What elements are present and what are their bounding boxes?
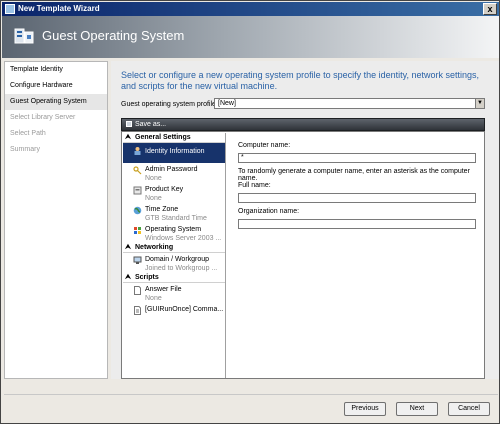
collapse-icon[interactable]: ⮝ [125, 133, 131, 143]
main-content: Select or configure a new operating syst… [111, 61, 499, 379]
page-title: Guest Operating System [42, 28, 185, 43]
collapse-icon[interactable]: ⮝ [125, 243, 131, 253]
globe-icon [133, 206, 142, 215]
profile-select-value: [New] [218, 100, 236, 107]
tree-item-answer-file[interactable]: Answer File None [123, 283, 225, 303]
save-as-button[interactable]: Save as... [126, 121, 166, 128]
wizard-window: New Template Wizard x Guest Operating Sy… [0, 0, 500, 424]
section-general-settings[interactable]: ⮝ General Settings [123, 133, 225, 143]
window-app-icon [5, 4, 15, 14]
identity-detail: Computer name: * To randomly generate a … [228, 133, 484, 378]
step-template-identity[interactable]: Template Identity [5, 62, 107, 78]
step-select-library-server: Select Library Server [10, 114, 76, 121]
organization-name-field[interactable] [238, 219, 476, 229]
network-icon [133, 256, 142, 264]
tree-item-admin-password[interactable]: Admin Password None [123, 163, 225, 183]
profile-toolbar: Save as... [121, 118, 485, 131]
step-select-path: Select Path [10, 130, 46, 137]
key-icon [133, 166, 142, 175]
organization-name-label: Organization name: [238, 208, 300, 215]
computer-name-hint: To randomly generate a computer name, en… [238, 168, 470, 182]
intro-text: Select or configure a new operating syst… [121, 70, 480, 91]
tree-item-operating-system[interactable]: Operating System Windows Server 2003 ... [123, 223, 225, 243]
wizard-steps: Template Identity Configure Hardware Gue… [4, 61, 108, 379]
computer-name-field[interactable]: * [238, 153, 476, 163]
file-icon [134, 286, 141, 295]
script-icon [134, 306, 141, 315]
settings-tree: ⮝ General Settings Identity Information … [123, 133, 226, 378]
close-button[interactable]: x [483, 3, 497, 15]
window-title: New Template Wizard [18, 4, 100, 13]
full-name-field[interactable] [238, 193, 476, 203]
section-scripts[interactable]: ⮝ Scripts [123, 273, 225, 283]
product-key-icon [133, 186, 142, 195]
identity-icon [134, 147, 141, 155]
computer-name-label: Computer name: [238, 142, 291, 149]
full-name-label: Full name: [238, 182, 271, 189]
tree-item-time-zone[interactable]: Time Zone GTB Standard Time [123, 203, 225, 223]
tree-item-domain-workgroup[interactable]: Domain / Workgroup Joined to Workgroup .… [123, 253, 225, 273]
tree-item-guirunonce[interactable]: [GUIRunOnce] Comma... [123, 303, 225, 323]
tree-item-identity-information[interactable]: Identity Information [123, 143, 225, 163]
cancel-button[interactable]: Cancel [448, 402, 490, 416]
guest-os-icon [14, 28, 34, 44]
settings-panel: ⮝ General Settings Identity Information … [121, 131, 485, 379]
tree-item-product-key[interactable]: Product Key None [123, 183, 225, 203]
save-icon [126, 121, 132, 127]
profile-select[interactable]: [New] ▼ [214, 98, 485, 109]
footer-divider [4, 394, 498, 395]
next-button[interactable]: Next [396, 402, 438, 416]
title-bar: New Template Wizard x [2, 2, 499, 16]
step-summary: Summary [10, 146, 40, 153]
step-configure-hardware[interactable]: Configure Hardware [5, 78, 107, 94]
page-banner: Guest Operating System [2, 16, 499, 58]
previous-button[interactable]: Previous [344, 402, 386, 416]
windows-icon [134, 227, 141, 234]
chevron-down-icon[interactable]: ▼ [475, 99, 484, 108]
step-guest-operating-system[interactable]: Guest Operating System [5, 94, 107, 110]
profile-label: Guest operating system profile: [121, 101, 218, 108]
collapse-icon[interactable]: ⮝ [125, 273, 131, 283]
section-networking[interactable]: ⮝ Networking [123, 243, 225, 253]
